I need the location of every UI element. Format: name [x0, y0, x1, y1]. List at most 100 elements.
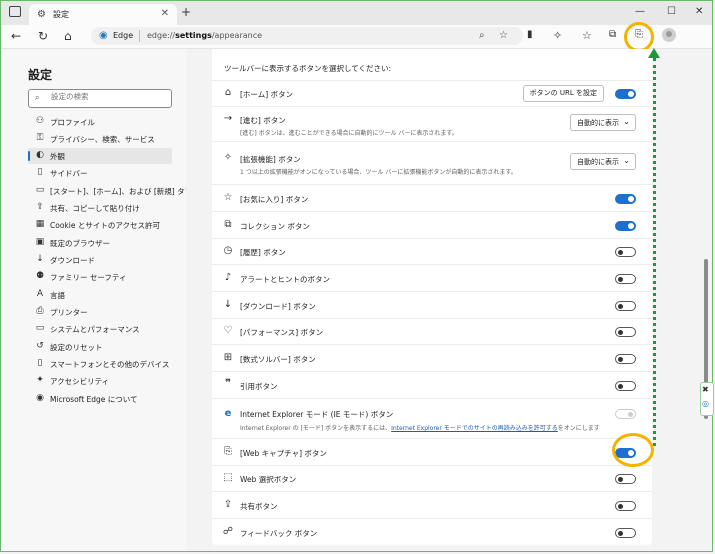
new-tab-icon[interactable]: +	[181, 5, 191, 19]
row-forward: → [進む] ボタン [進む] ボタンは、進むことができる場合に自動的にツール …	[212, 106, 652, 142]
toggle-web-select[interactable]	[615, 474, 636, 484]
add-favorite-icon[interactable]: ☆	[499, 30, 508, 41]
refresh-icon[interactable]: ↻	[38, 29, 48, 43]
sidebar-item-languages[interactable]: A 言語	[28, 287, 172, 303]
extensions-select[interactable]: 自動的に表示 ⌄	[570, 153, 636, 170]
web-select-icon: ⬚	[223, 472, 233, 483]
zoom-icon[interactable]: ⌕	[479, 30, 485, 41]
sidebar-item-phone[interactable]: ▯ スマートフォンとその他のデバイス	[28, 356, 172, 372]
set-home-url-button[interactable]: ボタンの URL を設定	[522, 85, 604, 102]
address-bar[interactable]: ◉ Edge edge://settings/appearance ⌕ ☆	[91, 27, 523, 45]
sidebar-item-printers[interactable]: ⎙ プリンター	[28, 304, 172, 320]
ie-reload-link[interactable]: Internet Explorer モードでのサイトの再読み込みを許可する	[391, 425, 558, 432]
search-box[interactable]: ⌕	[28, 89, 172, 108]
sidebar-item-sidebar[interactable]: ▯ サイドバー	[28, 165, 172, 181]
sidebar-item-family[interactable]: ⚉ ファミリー セーフティ	[28, 269, 172, 285]
reset-icon: ↺	[36, 341, 44, 351]
row-downloads: ↓ [ダウンロード] ボタン	[212, 291, 652, 319]
sidebar-item-default-browser[interactable]: ▣ 既定のブラウザー	[28, 235, 172, 251]
sidebar-item-profiles[interactable]: ⚇ プロファイル	[28, 114, 172, 130]
chevron-down-icon: ⌄	[623, 117, 630, 126]
row-share: ⇪ 共有ボタン	[212, 491, 652, 519]
reading-icon[interactable]: ▮	[527, 29, 533, 40]
row-favorites: ☆ [お気に入り] ボタン	[212, 184, 652, 212]
row-web-capture: ⎘ [Web キャプチャ] ボタン	[212, 438, 652, 466]
sidebar-item-privacy[interactable]: ⚿ プライバシー、検索、サービス	[28, 131, 172, 147]
sidebar-item-about[interactable]: ◉ Microsoft Edge について	[28, 391, 172, 407]
printer-icon: ⎙	[36, 306, 44, 316]
favorites-icon[interactable]: ☆	[582, 29, 592, 42]
back-icon[interactable]: ←	[11, 29, 21, 43]
row-math: ⊞ [数式ソルバー] ボタン	[212, 344, 652, 372]
sidebar-item-accessibility[interactable]: ✦ アクセシビリティ	[28, 373, 172, 389]
toggle-ie-mode	[615, 409, 636, 419]
settings-content: ツールバーに表示するボタンを選択してください: ⌂ [ホーム] ボタン ボタンの…	[186, 49, 696, 551]
toggle-citation[interactable]	[615, 381, 636, 391]
row-extensions: ✧ [拡張機能] ボタン 1 つ以上の拡張機能がオンになっている場合、ツール バ…	[212, 141, 652, 185]
tab-title: 設定	[53, 10, 69, 19]
collections-icon[interactable]: ⧉	[609, 29, 616, 40]
section-heading: ツールバーに表示するボタンを選択してください:	[224, 64, 392, 73]
person-icon: ⚇	[35, 116, 45, 126]
sidebar-item-start-home[interactable]: ▭ [スタート]、[ホーム]、および [新規] タブ	[28, 183, 192, 199]
web-capture-icon: ⎘	[224, 446, 232, 457]
extensions-icon[interactable]: ✧	[553, 29, 562, 42]
chevron-down-icon: ⌄	[623, 156, 630, 165]
tab-settings[interactable]: ⚙ 設定 ✕	[29, 4, 177, 25]
toggle-favorites[interactable]	[615, 194, 636, 204]
sidebar-item-share-copy[interactable]: ⇪ 共有、コピーして貼り付け	[28, 200, 172, 216]
row-web-select: ⬚ Web 選択ボタン	[212, 465, 652, 492]
scrollbar[interactable]	[699, 49, 712, 551]
close-icon[interactable]: ✖	[702, 385, 709, 394]
avatar[interactable]	[662, 28, 676, 42]
row-citation: ❞ 引用ボタン	[212, 371, 652, 399]
download-icon: ↓	[223, 299, 233, 310]
row-collections: ⧉ コレクション ボタン	[212, 211, 652, 239]
sidebar-item-system[interactable]: ▭ システムとパフォーマンス	[28, 321, 172, 337]
toggle-math[interactable]	[615, 354, 636, 364]
quote-icon: ❞	[225, 378, 231, 389]
annotation-arrow-head	[648, 48, 660, 58]
row-performance: ♡ [パフォーマンス] ボタン	[212, 318, 652, 345]
close-window-icon[interactable]: ✕	[695, 6, 703, 17]
family-icon: ⚉	[35, 271, 45, 281]
gear-icon: ⚙	[37, 9, 46, 20]
search-icon: ⌕	[35, 93, 40, 102]
copilot-icon[interactable]: ◎	[702, 399, 709, 408]
maximize-icon[interactable]: ☐	[667, 6, 676, 17]
ie-icon: e	[224, 408, 232, 419]
edge-logo-icon: ◉	[99, 30, 108, 41]
toggle-home[interactable]	[615, 89, 636, 99]
floating-panel[interactable]: ✖ ◎	[700, 382, 714, 416]
toggle-downloads[interactable]	[615, 301, 636, 311]
toggle-share[interactable]	[615, 501, 636, 511]
accessibility-icon: ✦	[36, 375, 44, 385]
tab-actions-icon[interactable]	[9, 6, 21, 17]
row-home: ⌂ [ホーム] ボタン ボタンの URL を設定	[212, 80, 652, 107]
browser-icon: ▣	[35, 237, 45, 247]
toggle-performance[interactable]	[615, 327, 636, 337]
sidebar-item-reset[interactable]: ↺ 設定のリセット	[28, 339, 172, 355]
toggle-history[interactable]	[615, 247, 636, 257]
sidebar-item-cookies[interactable]: ▦ Cookie とサイトのアクセス許可	[28, 217, 172, 233]
highlight-web-capture-toggle	[612, 433, 654, 467]
row-history: ◷ [履歴] ボタン	[212, 238, 652, 265]
lock-icon: ⚿	[36, 133, 44, 143]
toggle-feedback[interactable]	[615, 528, 636, 538]
sidebar-item-downloads[interactable]: ↓ ダウンロード	[28, 252, 172, 268]
search-input[interactable]	[51, 92, 161, 101]
feedback-icon: ☍	[222, 526, 234, 537]
annotation-arrow-line	[653, 58, 656, 446]
forward-icon: →	[223, 113, 233, 124]
forward-select[interactable]: 自動的に表示 ⌄	[570, 114, 636, 131]
home-icon: ⌂	[224, 87, 232, 98]
close-tab-icon[interactable]: ✕	[161, 8, 169, 19]
sidebar-item-appearance[interactable]: ◐ 外観	[28, 148, 172, 164]
phone-icon: ▯	[37, 358, 43, 368]
toggle-collections[interactable]	[615, 221, 636, 231]
home-icon[interactable]: ⌂	[64, 29, 72, 43]
toggle-alerts[interactable]	[615, 274, 636, 284]
minimize-icon[interactable]: —	[635, 6, 645, 17]
language-icon: A	[36, 289, 44, 299]
sidebar-icon: ▯	[37, 167, 43, 177]
